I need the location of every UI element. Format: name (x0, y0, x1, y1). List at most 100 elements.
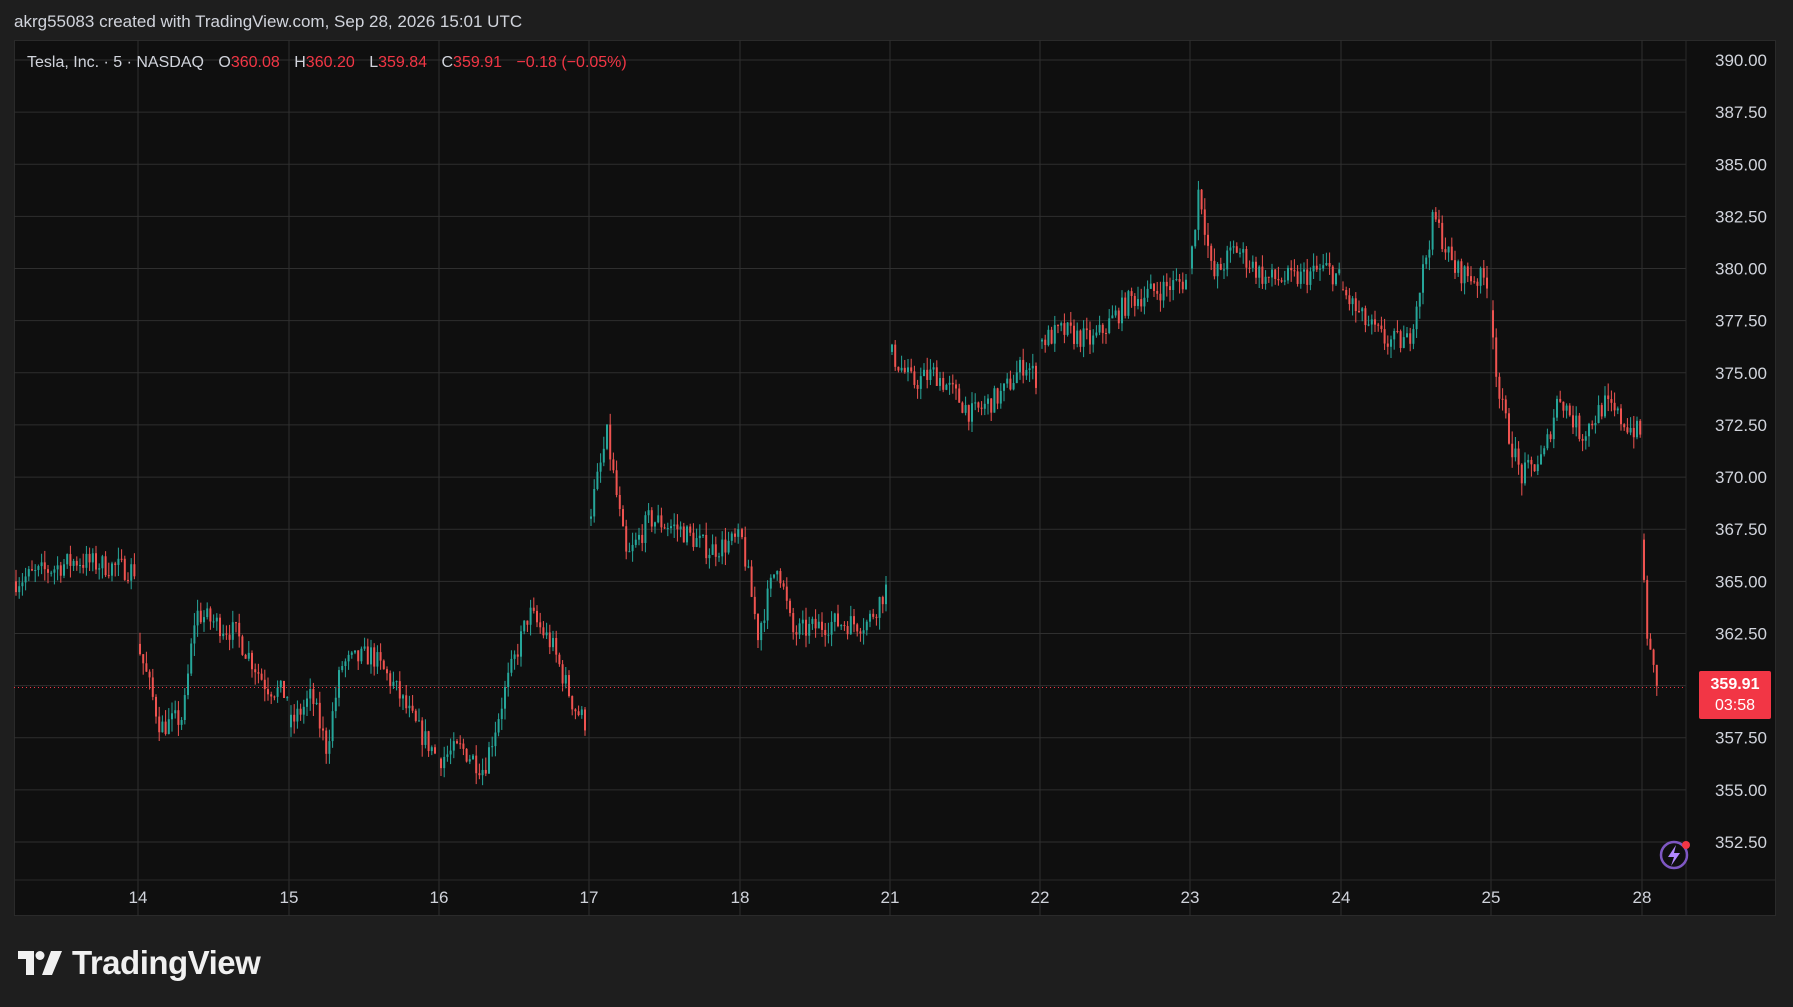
candle-body (840, 625, 843, 627)
candle-body (1652, 649, 1655, 665)
candle-body (1556, 398, 1558, 418)
candle-body (279, 680, 282, 688)
candle-body (539, 622, 542, 628)
candle-body (1111, 315, 1114, 319)
candle-body (91, 553, 94, 563)
candle-body (789, 600, 791, 613)
candle-body (1185, 279, 1187, 290)
price-chart[interactable]: 352.50355.00357.50360.00362.50365.00367.… (0, 0, 1793, 1007)
candle-body (1089, 330, 1091, 345)
tradingview-brand[interactable]: TradingView (18, 944, 261, 982)
candle-body (376, 652, 379, 667)
candle-body (1041, 339, 1043, 342)
candle-body (1540, 454, 1542, 465)
candle-body (1095, 332, 1098, 336)
candle-body (830, 621, 833, 635)
candle-body (964, 405, 967, 413)
candle-body (231, 622, 234, 640)
candle-body (1396, 330, 1399, 332)
candle-body (1296, 271, 1299, 284)
candle-body (856, 624, 859, 632)
candle-body (238, 622, 241, 637)
y-tick-label: 387.50 (1715, 103, 1767, 122)
candle-body (942, 378, 945, 390)
open-value: 360.08 (230, 54, 280, 71)
candle-body (1127, 291, 1130, 316)
candle-body (452, 741, 455, 751)
candle-body (171, 713, 173, 720)
candle-body (814, 618, 817, 629)
y-tick-label: 355.00 (1715, 781, 1767, 800)
candle-body (1367, 324, 1370, 326)
candle-body (247, 652, 250, 659)
candle-body (1178, 279, 1181, 282)
candle-body (1073, 325, 1075, 344)
candle-body (1520, 464, 1523, 484)
candle-body (1143, 297, 1146, 307)
candle-body (571, 696, 574, 710)
candle-body (139, 643, 141, 655)
candle-body (574, 709, 577, 712)
candle-body (1060, 323, 1063, 326)
candle-body (1361, 308, 1364, 312)
candle-body (1415, 306, 1418, 330)
candle-body (1594, 423, 1597, 426)
candle-body (1082, 328, 1085, 347)
candle-body (260, 673, 263, 680)
candle-body (932, 367, 935, 370)
candle-body (27, 569, 30, 577)
candle-body (721, 539, 724, 557)
candle-body (741, 529, 743, 538)
candle-body (1216, 263, 1219, 277)
candle-body (472, 755, 474, 760)
candle-body (21, 582, 24, 587)
candle-body (1194, 229, 1197, 247)
candle-body (363, 646, 366, 649)
candle-body (580, 709, 583, 716)
y-tick-label: 372.50 (1715, 416, 1767, 435)
candle-body (1470, 276, 1472, 282)
candle-body (817, 621, 820, 629)
candle-body (1140, 299, 1143, 307)
candle-body (532, 607, 535, 611)
candle-body (827, 634, 830, 636)
candle-body (66, 554, 69, 565)
candle-body (1399, 331, 1402, 348)
candle-body (1255, 261, 1257, 278)
y-tick-label: 382.50 (1715, 207, 1767, 226)
candle-body (1418, 292, 1421, 307)
candle-body (977, 402, 980, 408)
high-label: H (294, 54, 306, 71)
candle-body (1271, 269, 1273, 278)
candle-body (1626, 427, 1629, 433)
candle-body (1655, 664, 1658, 686)
candle-body (1092, 335, 1095, 345)
candle-body (702, 534, 704, 536)
candle-body (145, 663, 148, 672)
candle-body (1412, 329, 1415, 344)
candle-body (1639, 420, 1642, 435)
candle-body (1322, 265, 1325, 269)
candle-body (1533, 464, 1536, 472)
candle-body (568, 675, 570, 697)
candle-body (916, 384, 919, 389)
candle-body (494, 732, 497, 747)
candle-body (1643, 539, 1645, 580)
candle-body (695, 538, 698, 547)
candle-body (1035, 365, 1037, 388)
candle-body (718, 556, 720, 558)
candle-body (1003, 383, 1005, 391)
candle-body (241, 636, 244, 655)
candle-body (1358, 311, 1360, 313)
candle-body (302, 706, 305, 715)
symbol-label[interactable]: Tesla, Inc. · 5 · NASDAQ (27, 54, 204, 71)
candle-body (795, 632, 798, 635)
candle-body (53, 569, 56, 573)
candle-body (1610, 399, 1613, 403)
candle-body (1559, 398, 1562, 402)
candle-body (679, 526, 682, 530)
candle-body (101, 556, 104, 569)
candle-body (1536, 464, 1539, 472)
candle-body (1380, 325, 1383, 330)
candle-body (430, 747, 433, 752)
